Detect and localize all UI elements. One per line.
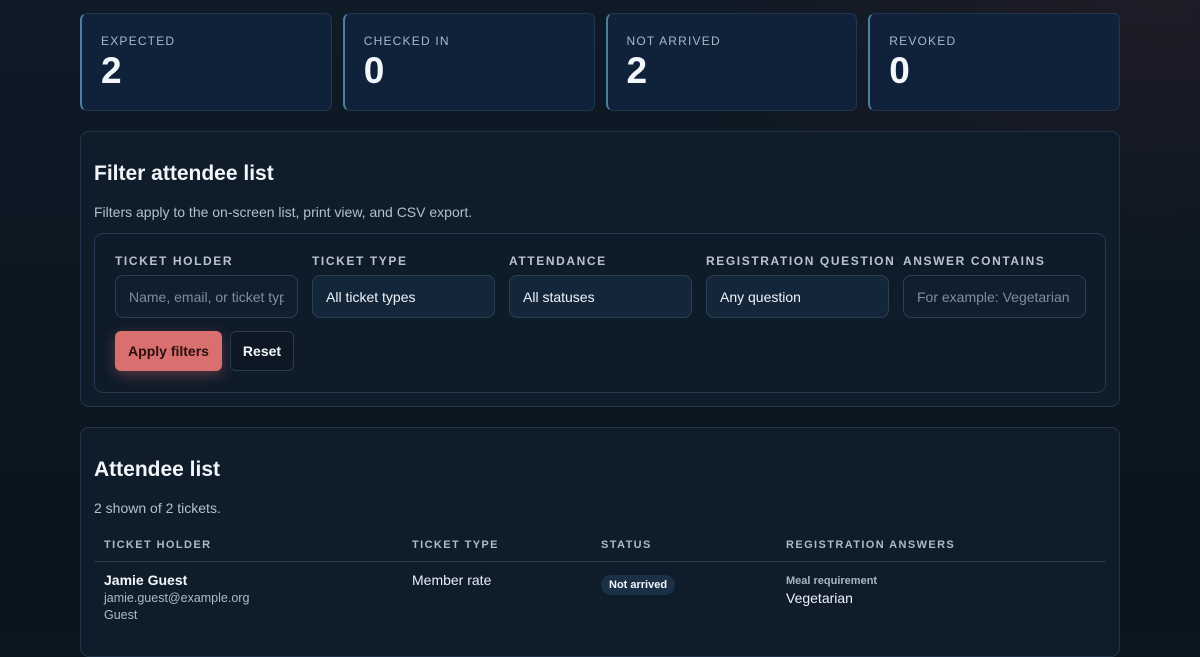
filter-form: Ticket holder Ticket type All ticket typ… — [94, 233, 1106, 393]
table-header-row: Ticket holder Ticket type Status Registr… — [94, 539, 1106, 562]
ticket-holder-cell: Jamie Guest jamie.guest@example.org Gues… — [94, 562, 402, 622]
apply-filters-button[interactable]: Apply filters — [115, 331, 222, 371]
ticket-holder-input[interactable] — [115, 275, 298, 318]
reset-button[interactable]: Reset — [230, 331, 294, 371]
column-status: Status — [591, 539, 776, 562]
stat-label: Not arrived — [626, 34, 721, 48]
holder-email: jamie.guest@example.org — [104, 591, 250, 605]
registration-question-select[interactable]: Any question — [706, 275, 889, 318]
stat-label: Revoked — [889, 34, 957, 48]
stat-value: 0 — [363, 50, 385, 91]
ticket-type-cell: Member rate — [412, 572, 492, 588]
column-ticket-type: Ticket type — [402, 539, 591, 562]
attendee-list-panel: Attendee list 2 shown of 2 tickets. Tick… — [80, 427, 1120, 657]
ticket-type-field: Ticket type All ticket types — [312, 254, 495, 318]
filter-buttons: Apply filters Reset — [115, 331, 1085, 371]
stat-not-arrived: Not arrived 2 — [605, 13, 858, 111]
filter-panel-title: Filter attendee list — [94, 162, 274, 185]
status-cell: Not arrived — [591, 562, 776, 623]
attendee-count: 2 shown of 2 tickets. — [94, 500, 221, 516]
answer-question: Meal requirement — [786, 575, 878, 587]
stat-expected: Expected 2 — [80, 13, 332, 111]
holder-name: Jamie Guest — [104, 572, 188, 588]
page: Expected 2 Checked in 0 Not arrived 2 Re… — [80, 13, 1120, 657]
attendance-field: Attendance All statuses — [509, 254, 692, 318]
registration-question-field: Registration question Any question — [706, 254, 896, 318]
ticket-holder-field: Ticket holder — [115, 254, 298, 318]
stat-revoked: Revoked 0 — [868, 13, 1120, 111]
answer-value: Vegetarian — [786, 590, 853, 606]
filter-panel: Filter attendee list Filters apply to th… — [80, 131, 1120, 407]
stat-label: Checked in — [363, 34, 450, 48]
stat-value: 0 — [889, 50, 910, 91]
filter-fields: Ticket holder Ticket type All ticket typ… — [115, 254, 1086, 318]
column-registration-answers: Registration answers — [776, 539, 1106, 562]
ticket-type-label: Ticket type — [312, 254, 408, 268]
registration-question-label: Registration question — [706, 254, 896, 268]
stat-checked-in: Checked in 0 — [342, 13, 595, 111]
stats-row: Expected 2 Checked in 0 Not arrived 2 Re… — [80, 13, 1120, 111]
stat-value: 2 — [626, 50, 648, 91]
status-badge: Not arrived — [601, 575, 676, 595]
answer-contains-field: Answer contains — [903, 254, 1086, 318]
table-row: Jamie Guest jamie.guest@example.org Gues… — [94, 562, 1106, 623]
holder-role: Guest — [104, 608, 138, 622]
attendance-select[interactable]: All statuses — [509, 275, 692, 318]
stat-value: 2 — [101, 50, 122, 91]
answer-contains-label: Answer contains — [903, 254, 1046, 268]
attendee-list-title: Attendee list — [94, 458, 221, 481]
column-ticket-holder: Ticket holder — [94, 539, 402, 562]
ticket-type-select[interactable]: All ticket types — [312, 275, 495, 318]
registration-answers-cell: Meal requirement Vegetarian — [776, 562, 1106, 623]
attendee-table: Ticket holder Ticket type Status Registr… — [94, 539, 1106, 622]
stat-label: Expected — [101, 34, 176, 48]
ticket-holder-label: Ticket holder — [115, 254, 234, 268]
attendance-label: Attendance — [509, 254, 607, 268]
filter-panel-subtitle: Filters apply to the on-screen list, pri… — [94, 204, 473, 220]
answer-contains-input[interactable] — [903, 275, 1086, 318]
